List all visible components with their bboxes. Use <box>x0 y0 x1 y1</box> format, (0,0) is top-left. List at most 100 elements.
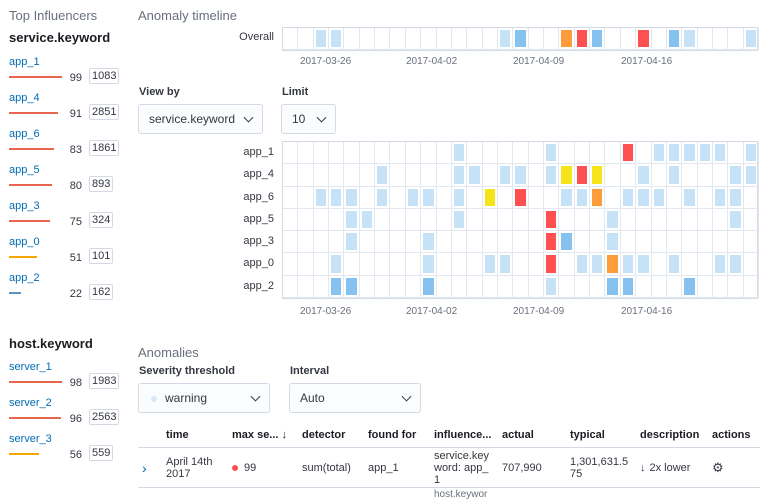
lane-app_6-cell[interactable] <box>283 186 299 209</box>
influencer-item-server_1[interactable]: server_1 <box>9 361 52 373</box>
lane-app_4-cell[interactable] <box>666 164 683 187</box>
lane-app_1-cell[interactable] <box>329 142 345 165</box>
influencer-item-server_2[interactable]: server_2 <box>9 397 52 409</box>
lane-app_3-cell[interactable] <box>513 231 529 254</box>
lane-app_1-cell[interactable] <box>451 142 468 165</box>
lane-app_5-cell[interactable] <box>436 208 452 232</box>
overall-cell[interactable] <box>513 28 529 50</box>
column-header-time[interactable]: time <box>162 423 228 448</box>
overall-cell[interactable] <box>590 28 606 50</box>
lane-app_1-cell[interactable] <box>344 142 360 165</box>
view-by-select[interactable]: service.keyword <box>138 104 263 134</box>
lane-app_5-cell[interactable] <box>605 208 621 232</box>
lane-app_1-cell[interactable] <box>682 142 698 165</box>
lane-app_6-cell[interactable] <box>451 186 468 209</box>
influencer-item-app_2[interactable]: app_2 <box>9 272 40 284</box>
overall-cell[interactable] <box>329 28 345 50</box>
overall-cell[interactable] <box>620 28 637 50</box>
lane-app_4-cell[interactable] <box>451 164 468 187</box>
lane-app_1-cell[interactable] <box>359 142 376 165</box>
lane-app_5-cell[interactable] <box>636 208 652 232</box>
lane-app_6-cell[interactable] <box>728 186 744 209</box>
lane-app_6-cell[interactable] <box>620 186 637 209</box>
lane-app_1-cell[interactable] <box>482 142 498 165</box>
lane-app_2-cell[interactable] <box>467 275 483 298</box>
lane-app_1-cell[interactable] <box>666 142 683 165</box>
influencer-item-app_5[interactable]: app_5 <box>9 164 40 176</box>
overall-cell[interactable] <box>497 28 514 50</box>
lane-app_2-cell[interactable] <box>298 275 314 298</box>
overall-cell[interactable] <box>344 28 360 50</box>
lane-app_3-cell[interactable] <box>651 231 667 254</box>
lane-app_2-cell[interactable] <box>313 275 330 298</box>
lane-app_2-cell[interactable] <box>390 275 406 298</box>
lane-app_4-cell[interactable] <box>436 164 452 187</box>
lane-app_4-cell[interactable] <box>359 164 376 187</box>
lane-app_5-cell[interactable] <box>697 208 713 232</box>
lane-app_5-cell[interactable] <box>283 208 299 232</box>
lane-app_0-cell[interactable] <box>697 253 713 276</box>
lane-app_5-cell[interactable] <box>405 208 422 232</box>
lane-app_3-cell[interactable] <box>712 231 729 254</box>
column-header-influencers[interactable]: influence... <box>430 423 498 448</box>
lane-app_5-cell[interactable] <box>559 208 575 232</box>
influencer-item-app_6[interactable]: app_6 <box>9 128 40 140</box>
lane-app_1-cell[interactable] <box>574 142 591 165</box>
lane-app_3-cell[interactable] <box>467 231 483 254</box>
influencer-item-app_1[interactable]: app_1 <box>9 56 40 68</box>
lane-app_5-cell[interactable] <box>590 208 606 232</box>
overall-cell[interactable] <box>605 28 621 50</box>
column-header-description[interactable]: description <box>636 423 708 448</box>
lane-app_5-cell[interactable] <box>359 208 376 232</box>
lane-app_1-cell[interactable] <box>375 142 391 165</box>
lane-app_2-cell[interactable] <box>421 275 437 298</box>
lane-app_6-cell[interactable] <box>405 186 422 209</box>
lane-app_5-cell[interactable] <box>666 208 683 232</box>
lane-app_0-cell[interactable] <box>482 253 498 276</box>
lane-app_4-cell[interactable] <box>728 164 744 187</box>
lane-app_0-cell[interactable] <box>390 253 406 276</box>
overall-cell[interactable] <box>544 28 560 50</box>
lane-app_6-cell[interactable] <box>574 186 591 209</box>
lane-app_0-cell[interactable] <box>283 253 299 276</box>
lane-app_0-cell[interactable] <box>712 253 729 276</box>
lane-app_3-cell[interactable] <box>313 231 330 254</box>
lane-app_0-cell[interactable] <box>421 253 437 276</box>
lane-app_3-cell[interactable] <box>559 231 575 254</box>
lane-app_1-cell[interactable] <box>605 142 621 165</box>
overall-cell[interactable] <box>728 28 744 50</box>
lane-app_4-cell[interactable] <box>298 164 314 187</box>
lane-app_2-cell[interactable] <box>682 275 698 298</box>
lane-app_2-cell[interactable] <box>712 275 729 298</box>
lane-app_2-cell[interactable] <box>513 275 529 298</box>
lane-app_1-cell[interactable] <box>712 142 729 165</box>
gear-icon[interactable]: ⚙ <box>712 460 724 475</box>
lane-app_0-cell[interactable] <box>528 253 545 276</box>
expand-row-button[interactable]: › <box>138 448 162 488</box>
lane-app_5-cell[interactable] <box>743 208 759 232</box>
lane-app_4-cell[interactable] <box>743 164 759 187</box>
lane-app_2-cell[interactable] <box>528 275 545 298</box>
lane-app_3-cell[interactable] <box>574 231 591 254</box>
lane-app_4-cell[interactable] <box>405 164 422 187</box>
column-header-detector[interactable]: detector <box>298 423 364 448</box>
lane-app_5-cell[interactable] <box>712 208 729 232</box>
lane-app_1-cell[interactable] <box>620 142 637 165</box>
lane-app_4-cell[interactable] <box>712 164 729 187</box>
lane-app_4-cell[interactable] <box>682 164 698 187</box>
overall-cell[interactable] <box>405 28 422 50</box>
lane-app_4-cell[interactable] <box>313 164 330 187</box>
lane-app_0-cell[interactable] <box>605 253 621 276</box>
overall-cell[interactable] <box>436 28 452 50</box>
lane-app_0-cell[interactable] <box>405 253 422 276</box>
lane-app_0-cell[interactable] <box>620 253 637 276</box>
lane-app_3-cell[interactable] <box>436 231 452 254</box>
overall-cell[interactable] <box>375 28 391 50</box>
lane-app_2-cell[interactable] <box>283 275 299 298</box>
lane-app_3-cell[interactable] <box>390 231 406 254</box>
lane-app_6-cell[interactable] <box>590 186 606 209</box>
lane-app_1-cell[interactable] <box>697 142 713 165</box>
lane-app_0-cell[interactable] <box>329 253 345 276</box>
lane-app_6-cell[interactable] <box>712 186 729 209</box>
overall-cell[interactable] <box>528 28 545 50</box>
